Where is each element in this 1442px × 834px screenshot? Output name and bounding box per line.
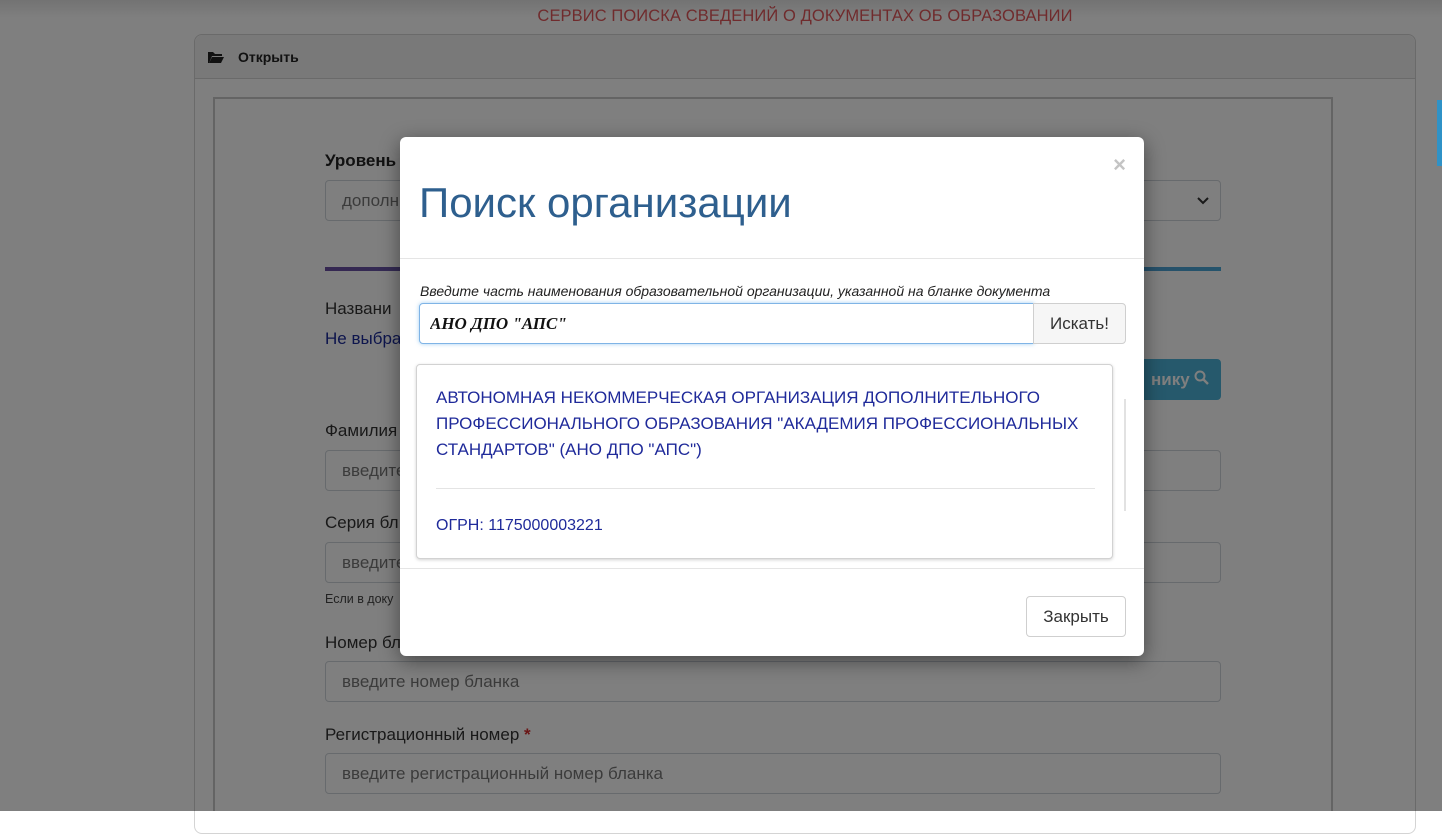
search-button[interactable]: Искать! [1033,303,1126,344]
result-card[interactable]: АВТОНОМНАЯ НЕКОММЕРЧЕСКАЯ ОРГАНИЗАЦИЯ ДО… [416,364,1113,559]
modal-footer-divider [400,568,1144,569]
result-ogrn: ОГРН: 1175000003221 [436,517,603,534]
close-button[interactable]: Закрыть [1026,596,1126,637]
modal-title: Поиск организации [419,179,792,226]
search-hint: Введите часть наименования образовательн… [420,283,1051,299]
side-tab [1437,100,1442,166]
results-scrollbar[interactable] [1124,399,1126,511]
result-org-name[interactable]: АВТОНОМНАЯ НЕКОММЕРЧЕСКАЯ ОРГАНИЗАЦИЯ ДО… [436,385,1101,463]
modal-divider [400,258,1144,259]
result-divider [436,488,1095,489]
org-search-input[interactable] [419,303,1034,344]
org-search-modal: × Поиск организации Введите часть наимен… [400,137,1144,656]
close-icon[interactable]: × [1113,152,1126,178]
